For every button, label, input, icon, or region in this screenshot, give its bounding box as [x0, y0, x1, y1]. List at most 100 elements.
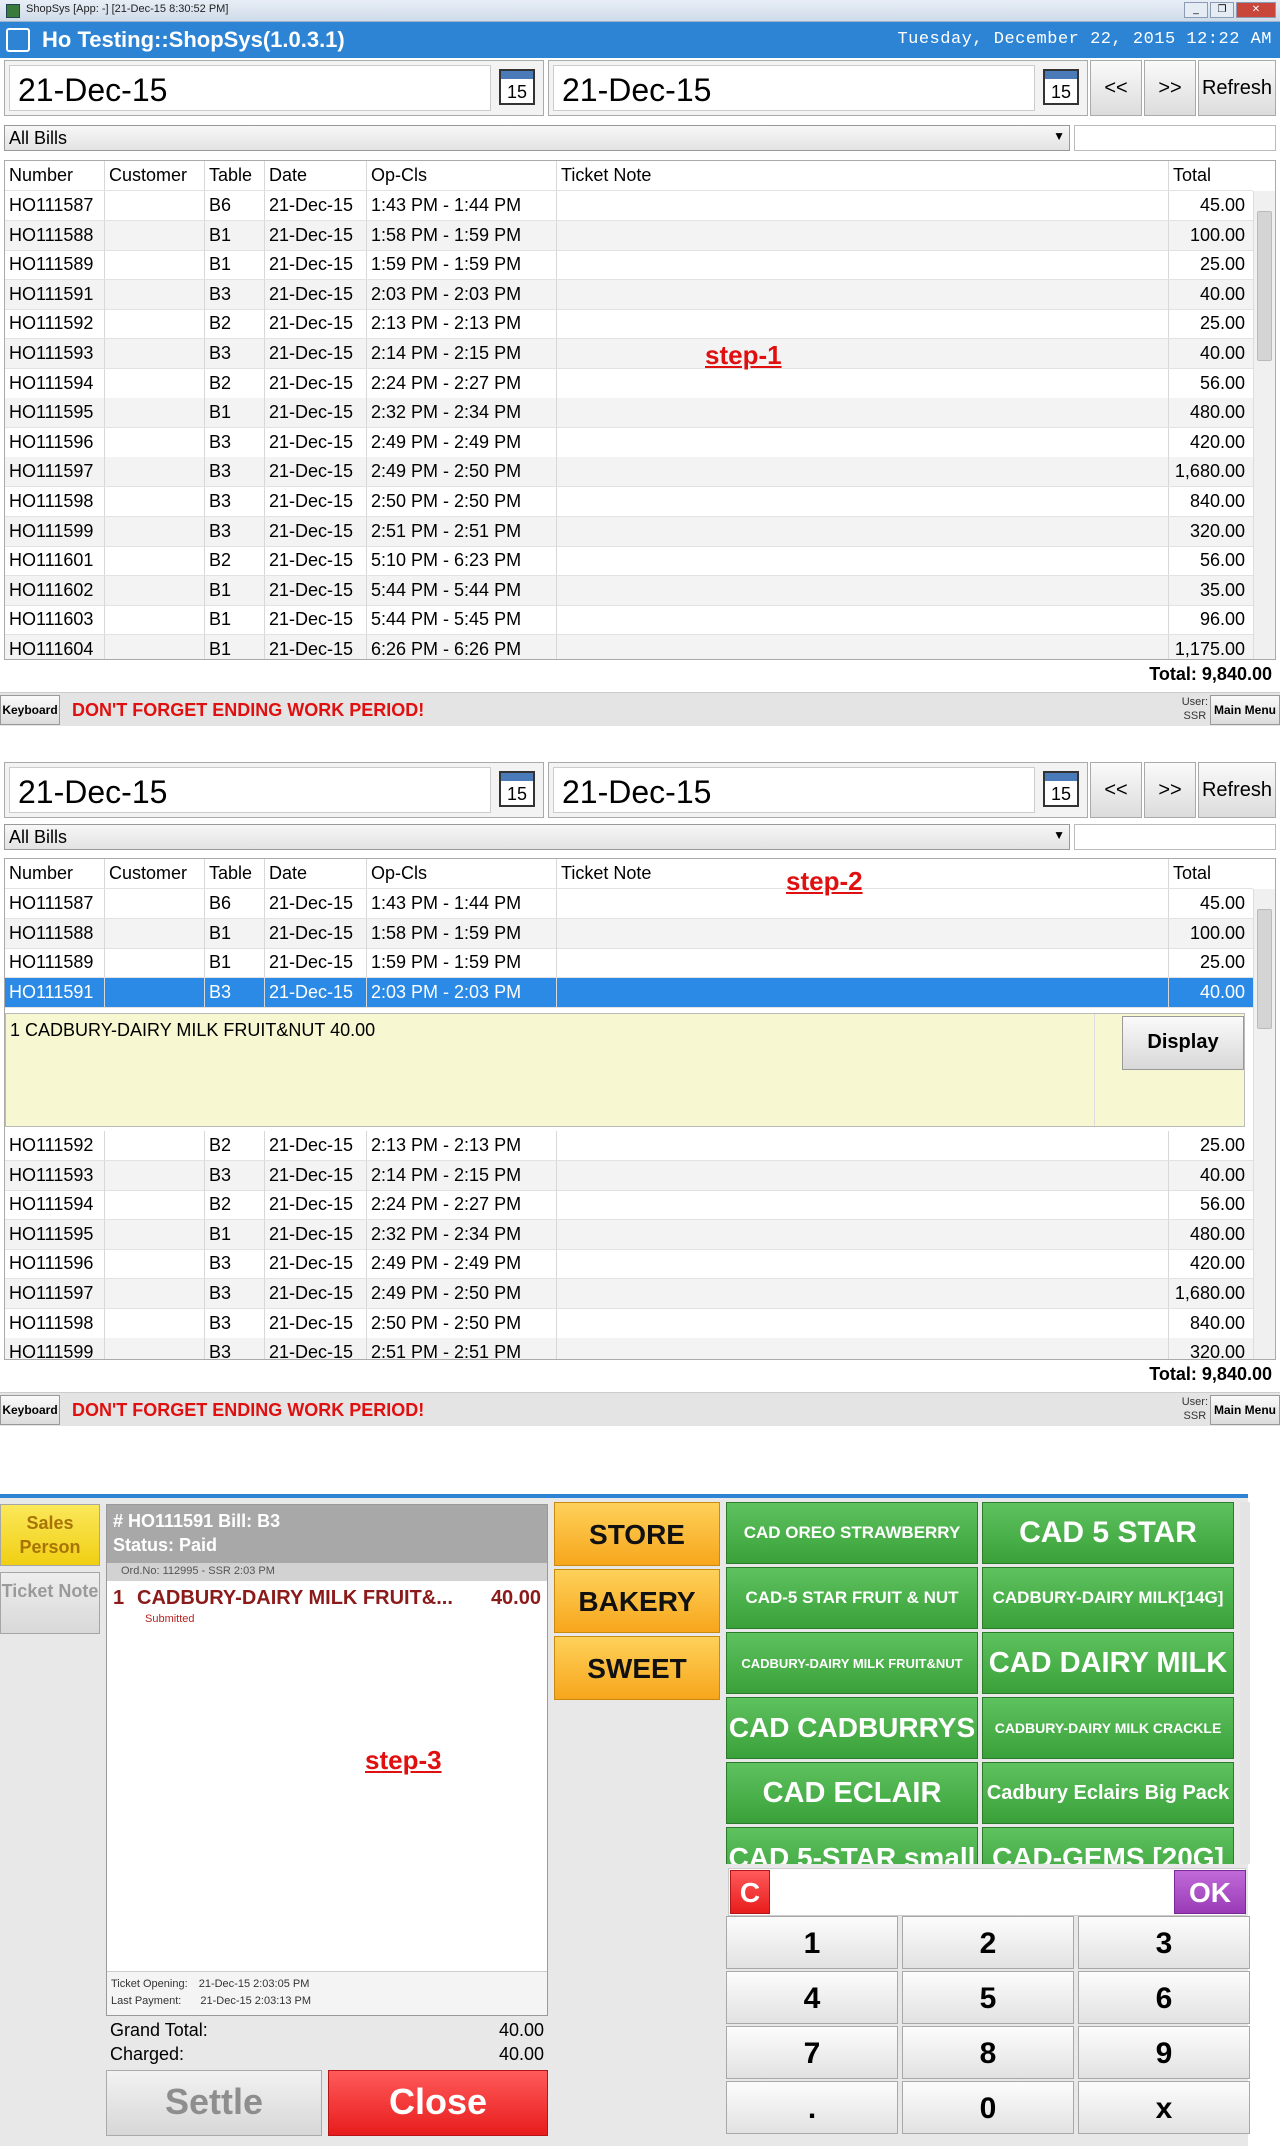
close-button[interactable]: Close [328, 2070, 548, 2136]
table-row[interactable]: HO111599 B3 21-Dec-15 2:51 PM - 2:51 PM 320.… [5, 1338, 1253, 1359]
table-row[interactable]: HO111604 B1 21-Dec-15 6:26 PM - 6:26 PM 1,17… [5, 635, 1253, 659]
date-to-picker[interactable]: 21-Dec-15 15 [548, 762, 1088, 818]
table-row[interactable]: HO111592 B2 21-Dec-15 2:13 PM - 2:13 PM 25.0… [5, 1131, 1253, 1161]
scroll-thumb[interactable] [1257, 909, 1272, 1029]
key-3[interactable]: 3 [1078, 1916, 1250, 1969]
table-row[interactable]: HO111596 B3 21-Dec-15 2:49 PM - 2:49 PM 420.… [5, 1249, 1253, 1280]
vertical-scrollbar[interactable] [1253, 191, 1275, 659]
category-button[interactable]: STORE [554, 1502, 720, 1566]
table-row[interactable]: HO111593 B3 21-Dec-15 2:14 PM - 2:15 PM 40.0… [5, 339, 1253, 369]
product-button[interactable]: CAD ECLAIR [726, 1762, 978, 1824]
main-menu-button[interactable]: Main Menu [1210, 1395, 1280, 1425]
table-row[interactable]: HO111602 B1 21-Dec-15 5:44 PM - 5:44 PM 35.0… [5, 575, 1253, 606]
filter-search-input[interactable] [1074, 824, 1276, 850]
clear-button[interactable]: C [730, 1870, 770, 1914]
ok-button[interactable]: OK [1174, 1870, 1246, 1914]
product-button[interactable]: CAD OREO STRAWBERRY [726, 1502, 978, 1564]
table-row[interactable]: HO111594 B2 21-Dec-15 2:24 PM - 2:27 PM 56.0… [5, 368, 1253, 399]
column-header[interactable]: Table [205, 161, 265, 190]
column-header[interactable]: Total [1169, 161, 1249, 190]
column-header[interactable]: Number [5, 859, 105, 888]
table-row[interactable]: HO111595 B1 21-Dec-15 2:32 PM - 2:34 PM 480.… [5, 398, 1253, 429]
table-row[interactable]: HO111595 B1 21-Dec-15 2:32 PM - 2:34 PM 480.… [5, 1219, 1253, 1250]
key-4[interactable]: 4 [726, 1971, 898, 2024]
key-0[interactable]: 0 [902, 2081, 1074, 2134]
table-row[interactable]: HO111588 B1 21-Dec-15 1:58 PM - 1:59 PM 100.… [5, 918, 1253, 949]
date-from-picker[interactable]: 21-Dec-15 15 [4, 762, 544, 818]
table-row[interactable]: HO111598 B3 21-Dec-15 2:50 PM - 2:50 PM 840.… [5, 1308, 1253, 1339]
table-row[interactable]: HO111593 B3 21-Dec-15 2:14 PM - 2:15 PM 40.0… [5, 1160, 1253, 1191]
date-from-input[interactable]: 21-Dec-15 [9, 65, 491, 111]
date-to-input[interactable]: 21-Dec-15 [553, 65, 1035, 111]
table-row[interactable]: HO111589 B1 21-Dec-15 1:59 PM - 1:59 PM 25.0… [5, 948, 1253, 979]
product-button[interactable]: CAD-5 STAR FRUIT & NUT [726, 1567, 978, 1629]
column-header[interactable]: Date [265, 859, 367, 888]
restore-icon[interactable]: ❐ [1210, 2, 1234, 18]
numpad-display[interactable] [728, 1868, 1246, 1916]
keyboard-button[interactable]: Keyboard [0, 695, 60, 725]
product-button[interactable]: CADBURY-DAIRY MILK CRACKLE [982, 1697, 1234, 1759]
bill-filter-select[interactable]: All Bills ▼ [4, 824, 1070, 850]
product-button[interactable]: Cadbury Eclairs Big Pack [982, 1762, 1234, 1824]
minimize-icon[interactable]: _ [1184, 2, 1208, 18]
date-to-picker[interactable]: 21-Dec-15 15 [548, 60, 1088, 116]
column-header[interactable]: Number [5, 161, 105, 190]
product-scrollbar[interactable] [1240, 1502, 1250, 1864]
date-from-picker[interactable]: 21-Dec-15 15 [4, 60, 544, 116]
ticket-item[interactable]: 1 CADBURY-DAIRY MILK FRUIT&... 40.00 Sub… [113, 1587, 541, 1627]
table-row[interactable]: HO111594 B2 21-Dec-15 2:24 PM - 2:27 PM 56.0… [5, 1190, 1253, 1221]
table-row[interactable]: HO111587 B6 21-Dec-15 1:43 PM - 1:44 PM 45.0… [5, 191, 1253, 221]
calendar-icon[interactable]: 15 [499, 771, 535, 807]
calendar-icon[interactable]: 15 [499, 69, 535, 105]
key-x[interactable]: x [1078, 2081, 1250, 2134]
prev-button[interactable]: << [1090, 60, 1142, 116]
refresh-button[interactable]: Refresh [1198, 60, 1276, 116]
refresh-button[interactable]: Refresh [1198, 762, 1276, 818]
date-to-input[interactable]: 21-Dec-15 [553, 767, 1035, 813]
column-header[interactable]: Ticket Note [557, 161, 1169, 190]
calendar-icon[interactable]: 15 [1043, 69, 1079, 105]
close-icon[interactable]: ✕ [1236, 2, 1276, 18]
display-button[interactable]: Display [1122, 1016, 1244, 1070]
keyboard-button[interactable]: Keyboard [0, 1395, 60, 1425]
key-9[interactable]: 9 [1078, 2026, 1250, 2079]
column-header[interactable]: Customer [105, 161, 205, 190]
table-row[interactable]: HO111599 B3 21-Dec-15 2:51 PM - 2:51 PM 320.… [5, 516, 1253, 547]
detail-scrollbar[interactable] [1094, 1014, 1116, 1126]
product-button[interactable]: CAD CADBURRYS [726, 1697, 978, 1759]
column-header[interactable]: Table [205, 859, 265, 888]
table-row[interactable]: HO111598 B3 21-Dec-15 2:50 PM - 2:50 PM 840.… [5, 487, 1253, 517]
settle-button[interactable]: Settle [106, 2070, 322, 2136]
key-8[interactable]: 8 [902, 2026, 1074, 2079]
column-header[interactable]: Ticket Note [557, 859, 1169, 888]
product-button[interactable]: CAD 5-STAR small [726, 1827, 978, 1864]
product-button[interactable]: CAD 5 STAR [982, 1502, 1234, 1564]
product-button[interactable]: CADBURY-DAIRY MILK FRUIT&NUT [726, 1632, 978, 1694]
filter-search-input[interactable] [1074, 125, 1276, 151]
key-2[interactable]: 2 [902, 1916, 1074, 1969]
product-button[interactable]: CAD-GEMS [20G] [982, 1827, 1234, 1864]
ticket-note-button[interactable]: Ticket Note [0, 1572, 100, 1634]
key-6[interactable]: 6 [1078, 1971, 1250, 2024]
column-header[interactable]: Total [1169, 859, 1249, 888]
table-row[interactable]: HO111587 B6 21-Dec-15 1:43 PM - 1:44 PM 45.0… [5, 889, 1253, 919]
key-dot[interactable]: . [726, 2081, 898, 2134]
prev-button[interactable]: << [1090, 762, 1142, 818]
table-row[interactable]: HO111597 B3 21-Dec-15 2:49 PM - 2:50 PM 1,68… [5, 457, 1253, 488]
column-header[interactable]: Op-Cls [367, 161, 557, 190]
scroll-thumb[interactable] [1257, 211, 1272, 361]
main-menu-button[interactable]: Main Menu [1210, 695, 1280, 725]
category-button[interactable]: BAKERY [554, 1569, 720, 1633]
table-row[interactable]: HO111591 B3 21-Dec-15 2:03 PM - 2:03 PM 40.0… [5, 279, 1253, 310]
key-5[interactable]: 5 [902, 1971, 1074, 2024]
key-1[interactable]: 1 [726, 1916, 898, 1969]
table-row[interactable]: HO111592 B2 21-Dec-15 2:13 PM - 2:13 PM 25.0… [5, 309, 1253, 340]
sales-person-button[interactable]: Sales Person [0, 1504, 100, 1566]
next-button[interactable]: >> [1144, 60, 1196, 116]
bill-filter-select[interactable]: All Bills ▼ [4, 125, 1070, 151]
product-button[interactable]: CAD DAIRY MILK [982, 1632, 1234, 1694]
column-header[interactable]: Op-Cls [367, 859, 557, 888]
product-button[interactable]: CADBURY-DAIRY MILK[14G] [982, 1567, 1234, 1629]
key-7[interactable]: 7 [726, 2026, 898, 2079]
table-row[interactable]: HO111597 B3 21-Dec-15 2:49 PM - 2:50 PM 1,68… [5, 1279, 1253, 1309]
